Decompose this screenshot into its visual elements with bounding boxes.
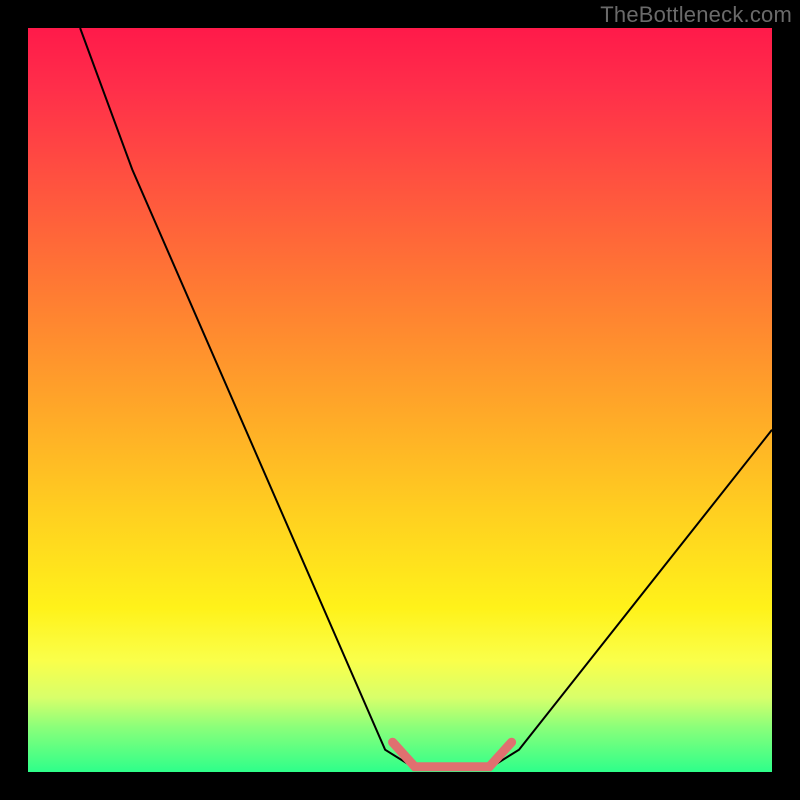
- curve-svg: [28, 28, 772, 772]
- watermark-text: TheBottleneck.com: [600, 2, 792, 28]
- black-v-curve: [80, 28, 772, 768]
- plot-area: [28, 28, 772, 772]
- pink-bottom-trace: [393, 742, 512, 767]
- chart-frame: TheBottleneck.com: [0, 0, 800, 800]
